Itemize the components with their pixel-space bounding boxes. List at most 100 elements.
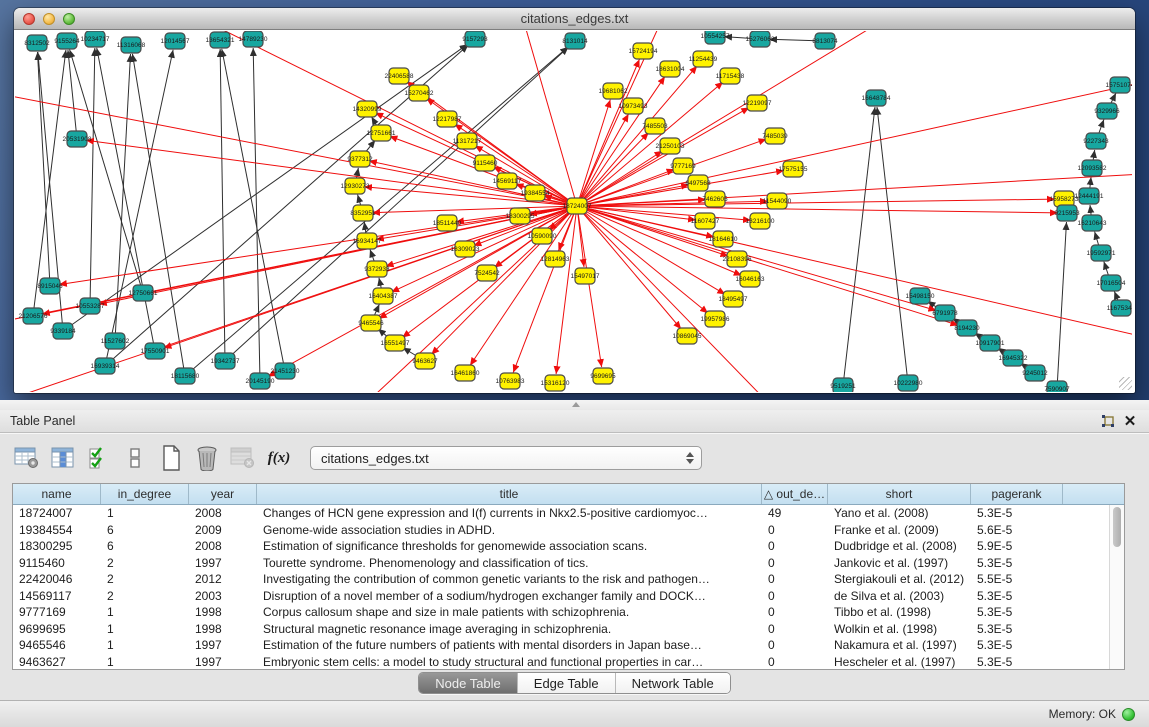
graph-node[interactable]: 9463627	[412, 353, 438, 369]
graph-node[interactable]: 9339184	[50, 323, 76, 339]
new-column-button[interactable]	[156, 443, 186, 473]
graph-node[interactable]: 15498150	[906, 288, 935, 304]
graph-node[interactable]: 8194230	[954, 320, 980, 336]
column-header-out_de[interactable]: △ out_de…	[762, 484, 828, 504]
graph-node[interactable]: 10554257	[701, 31, 730, 44]
tab-network-table[interactable]: Network Table	[616, 673, 730, 693]
graph-node[interactable]: 12444191	[1075, 188, 1104, 204]
graph-node[interactable]: 16648784	[862, 90, 891, 106]
select-all-rows-button[interactable]	[84, 443, 114, 473]
column-header-year[interactable]: year	[189, 484, 257, 504]
graph-node[interactable]: 18495497	[719, 291, 748, 307]
graph-node[interactable]: 14569117	[493, 173, 522, 189]
graph-node[interactable]: 18309023	[451, 241, 480, 257]
graph-node[interactable]: 16046163	[736, 271, 765, 287]
zoom-window-button[interactable]	[63, 13, 75, 25]
graph-node[interactable]: 10763983	[496, 373, 525, 389]
graph-node[interactable]: 18631004	[656, 61, 685, 77]
graph-node[interactable]: 17016504	[1097, 275, 1126, 291]
graph-node[interactable]: 18164610	[709, 231, 738, 247]
graph-node[interactable]: 9157293	[462, 31, 488, 47]
graph-node[interactable]: 9227343	[1083, 133, 1109, 149]
tab-edge-table[interactable]: Edge Table	[518, 673, 616, 693]
graph-node[interactable]: 12093582	[1078, 160, 1107, 176]
graph-node[interactable]: 19592971	[1087, 245, 1116, 261]
function-builder-button[interactable]: f(x)	[264, 443, 294, 473]
graph-node[interactable]: 21451230	[271, 363, 300, 379]
graph-node[interactable]: 18115680	[171, 368, 200, 384]
close-panel-button[interactable]: ✕	[1119, 412, 1141, 430]
window-titlebar[interactable]: citations_edges.txt	[14, 8, 1135, 30]
graph-node[interactable]: 15751074	[1106, 77, 1132, 93]
graph-node[interactable]: 14320999	[353, 101, 382, 117]
graph-node[interactable]: 11527602	[101, 333, 130, 349]
column-header-title[interactable]: title	[257, 484, 762, 504]
delete-table-button[interactable]	[228, 443, 258, 473]
graph-node[interactable]: 16939314	[91, 358, 120, 374]
graph-node[interactable]: 11607427	[691, 213, 720, 229]
graph-node[interactable]: 15497017	[571, 268, 600, 284]
graph-node[interactable]: 10234717	[81, 31, 110, 47]
graph-node[interactable]: 18511440	[433, 215, 462, 231]
scrollbar-thumb[interactable]	[1113, 507, 1121, 547]
graph-node[interactable]: 16210643	[1078, 215, 1107, 231]
graph-node[interactable]: 9777169	[670, 158, 696, 174]
graph-node[interactable]: 8813074	[812, 33, 838, 49]
graph-node[interactable]: 7590907	[1044, 381, 1070, 392]
graph-node[interactable]: 14789230	[239, 31, 268, 47]
table-row[interactable]: 946554611997Estimation of the future num…	[13, 637, 1109, 654]
table-row[interactable]: 1938455462009Genome-wide association stu…	[13, 522, 1109, 539]
table-options-button[interactable]	[12, 443, 42, 473]
graph-node[interactable]: 11254439	[689, 51, 718, 67]
graph-node[interactable]: 11316068	[117, 37, 146, 53]
graph-node[interactable]: 12930273	[341, 178, 370, 194]
graph-node[interactable]: 16945322	[999, 350, 1028, 366]
graph-node[interactable]: 6497568	[685, 175, 711, 191]
graph-node[interactable]: 17550901	[141, 343, 170, 359]
minimize-window-button[interactable]	[43, 13, 55, 25]
graph-node[interactable]: 7485039	[762, 128, 788, 144]
graph-node[interactable]: 17575155	[779, 161, 808, 177]
graph-node[interactable]: 12814963	[541, 251, 570, 267]
graph-node[interactable]: 8915046	[37, 278, 63, 294]
graph-node[interactable]: 16551497	[381, 335, 410, 351]
graph-node[interactable]: 15724194	[629, 43, 658, 59]
graph-node[interactable]: 22108396	[723, 251, 752, 267]
clear-row-selection-button[interactable]	[120, 443, 150, 473]
column-header-in_degree[interactable]: in_degree	[101, 484, 189, 504]
graph-node[interactable]: 11317217	[453, 133, 482, 149]
graph-node[interactable]: 11715438	[716, 68, 745, 84]
graph-node[interactable]: 9465546	[358, 315, 384, 331]
table-row[interactable]: 946362711997Embryonic stem cells: a mode…	[13, 654, 1109, 670]
graph-node[interactable]: 8312502	[24, 35, 50, 51]
table-row[interactable]: 2242004622012Investigating the contribut…	[13, 571, 1109, 588]
table-selector-dropdown[interactable]: citations_edges.txt	[310, 446, 702, 470]
graph-node[interactable]: 10222980	[894, 375, 923, 391]
graph-node[interactable]: 10973493	[619, 98, 648, 114]
graph-node[interactable]: 9519251	[830, 378, 856, 392]
splitter-handle-icon[interactable]	[572, 402, 580, 407]
column-header-pagerank[interactable]: pagerank	[971, 484, 1063, 504]
graph-node[interactable]: 19342737	[211, 353, 240, 369]
graph-node[interactable]: 13654321	[206, 32, 235, 48]
network-canvas[interactable]: 1872400722406588152704621432099912751661…	[15, 31, 1134, 392]
graph-node[interactable]: 6791978	[932, 305, 958, 321]
delete-column-button[interactable]	[192, 443, 222, 473]
graph-node[interactable]: 15276062	[746, 31, 775, 47]
graph-node[interactable]: 20531908	[63, 131, 92, 147]
citation-network-graph[interactable]: 1872400722406588152704621432099912751661…	[15, 31, 1132, 392]
graph-node[interactable]: 10917901	[976, 335, 1005, 351]
graph-node[interactable]: 9155264	[54, 33, 80, 49]
column-header-name[interactable]: name	[13, 484, 101, 504]
float-panel-button[interactable]	[1097, 412, 1119, 430]
graph-node[interactable]: 13216100	[746, 213, 775, 229]
graph-node[interactable]: 16404387	[369, 288, 398, 304]
graph-node[interactable]: 21250103	[656, 138, 685, 154]
table-row[interactable]: 1830029562008Estimation of significance …	[13, 538, 1109, 555]
graph-node[interactable]: 10553287	[76, 298, 105, 314]
graph-node[interactable]: 9377312	[347, 151, 373, 167]
graph-node[interactable]: 16461860	[451, 365, 480, 381]
graph-node[interactable]: 9329966	[1094, 103, 1120, 119]
close-window-button[interactable]	[23, 13, 35, 25]
table-row[interactable]: 977716911998Corpus callosum shape and si…	[13, 604, 1109, 621]
